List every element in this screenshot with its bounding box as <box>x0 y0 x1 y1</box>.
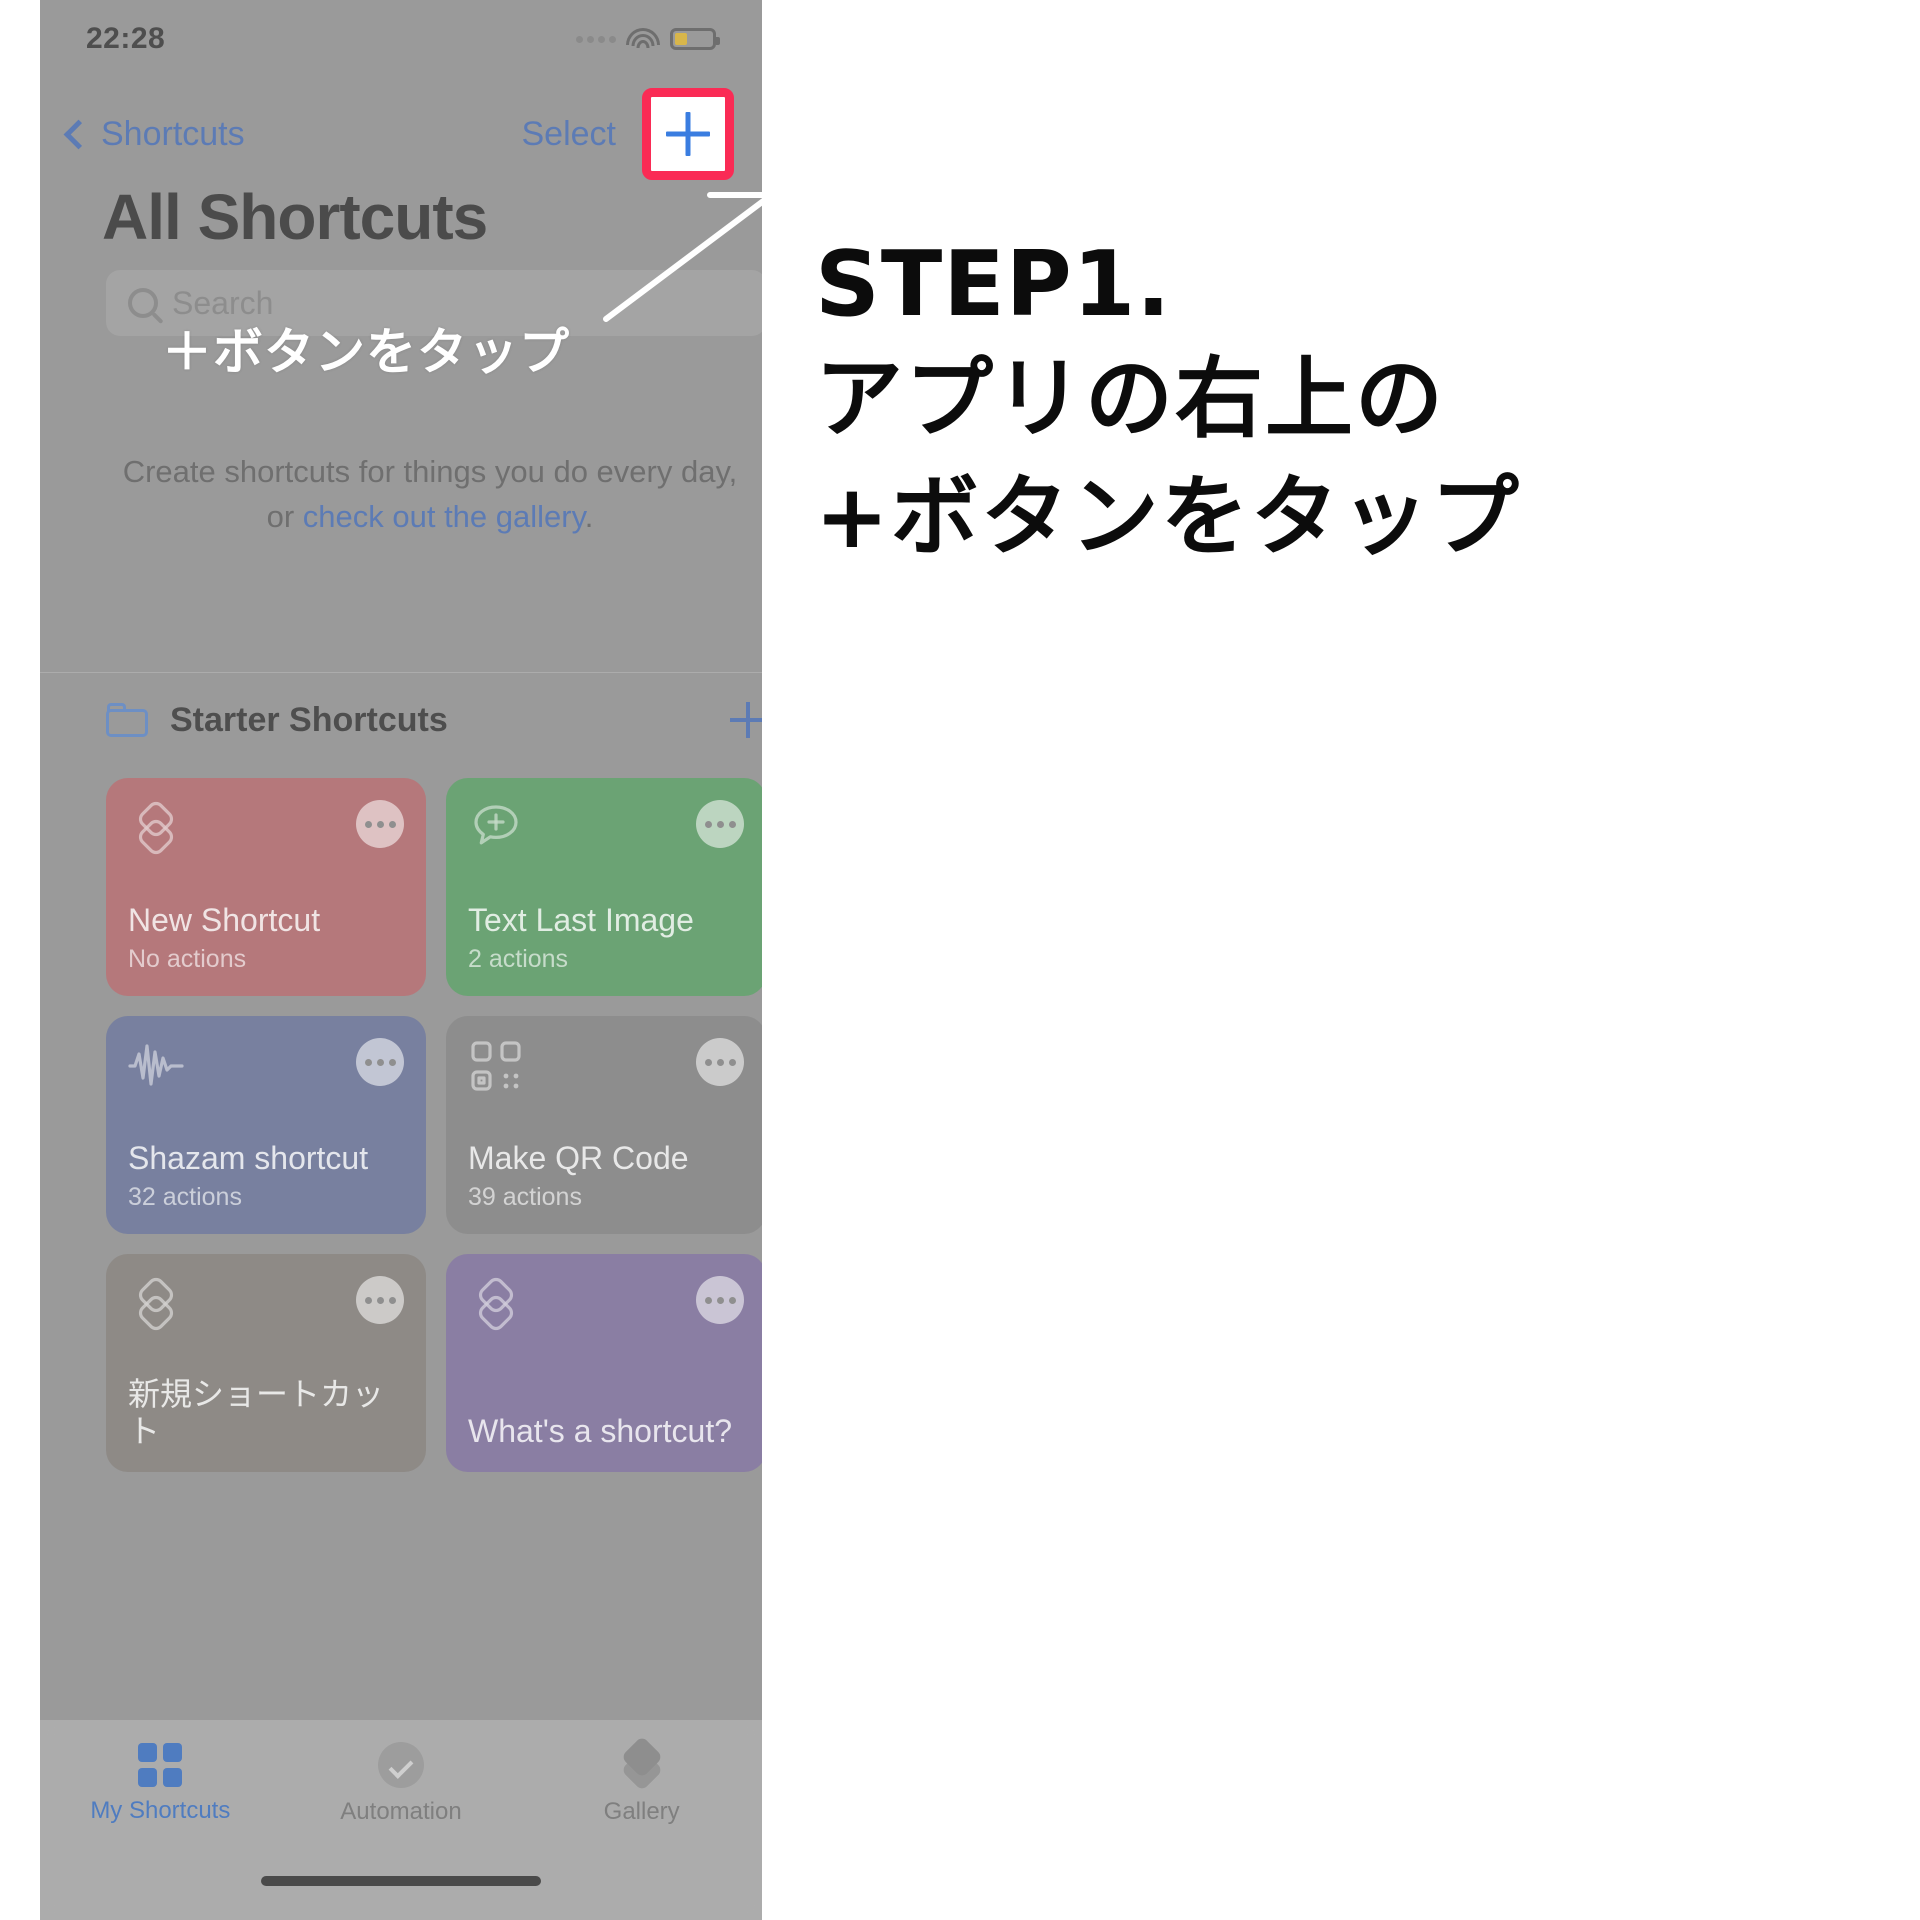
shortcut-card[interactable]: Shazam shortcut 32 actions <box>106 1016 426 1234</box>
shortcut-card-title: New Shortcut <box>128 902 321 939</box>
tutorial-caption: STEP1. アプリの右上の +ボタンをタップ <box>815 230 1875 576</box>
ellipsis-icon[interactable] <box>356 1276 404 1324</box>
empty-state-prefix: or <box>266 498 303 534</box>
battery-icon <box>670 28 720 50</box>
shortcut-card-subtitle: 39 actions <box>468 1183 582 1211</box>
shortcut-card-title: Shazam shortcut <box>128 1140 369 1177</box>
page-title: All Shortcuts <box>102 181 488 253</box>
shortcut-card-title: What's a shortcut? <box>468 1413 732 1450</box>
card-header <box>468 1038 744 1094</box>
shortcut-card-subtitle: 32 actions <box>128 1183 242 1211</box>
shortcut-card-grid: New Shortcut No actions Text Last Image 2 a… <box>106 778 762 1472</box>
card-text: New Shortcut No actions <box>128 902 404 974</box>
shortcut-card[interactable]: New Shortcut No actions <box>106 778 426 996</box>
card-text: What's a shortcut? <box>468 1413 744 1450</box>
ellipsis-icon[interactable] <box>356 1038 404 1086</box>
tab-bar: My Shortcuts Automation Gallery <box>40 1720 762 1920</box>
caption-line-2: +ボタンをタップ <box>815 464 1521 568</box>
empty-state-message: Create shortcuts for things you do every… <box>100 450 760 540</box>
ellipsis-icon[interactable] <box>356 800 404 848</box>
tab-gallery-label: Gallery <box>603 1798 680 1825</box>
ellipsis-icon[interactable] <box>696 800 744 848</box>
back-button-label: Shortcuts <box>101 114 245 153</box>
shortcut-card-title: Make QR Code <box>468 1140 689 1177</box>
ellipsis-icon[interactable] <box>696 1276 744 1324</box>
stacked-diamonds-icon <box>128 1276 184 1332</box>
tab-automation[interactable]: Automation <box>281 1720 522 1848</box>
empty-state-suffix: . <box>584 498 594 534</box>
folder-name: Starter Shortcuts <box>170 700 448 739</box>
plus-icon <box>666 112 710 156</box>
stacked-diamonds-icon <box>468 1276 524 1332</box>
folder-icon <box>106 703 148 737</box>
folder-header[interactable]: Starter Shortcuts <box>106 690 762 750</box>
wifi-icon <box>626 28 660 50</box>
card-text: Shazam shortcut 32 actions <box>128 1140 404 1212</box>
stacked-cards-icon <box>619 1735 665 1792</box>
section-divider <box>40 672 762 673</box>
tab-automation-label: Automation <box>340 1798 462 1825</box>
shortcut-card-title: Text Last Image <box>468 902 694 939</box>
card-text: Text Last Image 2 actions <box>468 902 744 974</box>
stacked-diamonds-icon <box>128 800 184 856</box>
empty-state-line-2: or check out the gallery. <box>100 495 760 540</box>
cellular-signal-icon <box>576 35 616 43</box>
card-header <box>128 1276 404 1332</box>
tab-my-shortcuts-label: My Shortcuts <box>90 1797 231 1824</box>
search-icon <box>128 288 158 318</box>
clock-check-icon <box>378 1742 424 1788</box>
message-plus-icon <box>468 800 524 856</box>
select-button[interactable]: Select <box>522 115 617 154</box>
card-header <box>468 800 744 856</box>
folder-add-button[interactable] <box>730 702 762 738</box>
qr-code-icon <box>468 1038 524 1094</box>
grid-squares-icon <box>138 1743 183 1787</box>
card-header <box>128 800 404 856</box>
status-bar-indicators <box>576 28 720 50</box>
card-header <box>468 1276 744 1332</box>
annotation-overlay-text: ＋ボタンをタップ <box>162 324 570 380</box>
card-header <box>128 1038 404 1094</box>
shortcut-card[interactable]: Make QR Code 39 actions <box>446 1016 762 1234</box>
empty-state-line-1: Create shortcuts for things you do every… <box>122 454 738 489</box>
card-text: Make QR Code 39 actions <box>468 1140 744 1212</box>
tab-my-shortcuts[interactable]: My Shortcuts <box>40 1720 281 1848</box>
tab-gallery[interactable]: Gallery <box>521 1720 762 1848</box>
home-indicator[interactable] <box>261 1876 541 1886</box>
waveform-icon <box>128 1038 184 1094</box>
shortcut-card[interactable]: 新規ショートカット <box>106 1254 426 1472</box>
navigation-bar: Shortcuts Select <box>40 88 762 180</box>
shortcut-card[interactable]: Text Last Image 2 actions <box>446 778 762 996</box>
gallery-link[interactable]: check out the gallery <box>303 499 585 534</box>
phone-screenshot-panel: 22:28 Shortcuts Select All Shortcuts Sea… <box>40 0 762 1920</box>
shortcut-card-title: 新規ショートカット <box>128 1376 385 1450</box>
shortcut-card[interactable]: What's a shortcut? <box>446 1254 762 1472</box>
ellipsis-icon[interactable] <box>696 1038 744 1086</box>
tab-list: My Shortcuts Automation Gallery <box>40 1720 762 1848</box>
caption-line-1: アプリの右上の <box>815 346 1446 450</box>
card-text: 新規ショートカット <box>128 1376 404 1450</box>
chevron-left-icon <box>63 119 94 149</box>
status-bar: 22:28 <box>40 0 762 78</box>
add-shortcut-button[interactable] <box>642 88 734 180</box>
status-bar-time: 22:28 <box>86 22 166 55</box>
shortcut-card-subtitle: No actions <box>128 945 247 973</box>
back-button[interactable]: Shortcuts <box>63 114 245 154</box>
shortcut-card-subtitle: 2 actions <box>468 945 569 973</box>
caption-step-label: STEP1. <box>815 232 1172 337</box>
